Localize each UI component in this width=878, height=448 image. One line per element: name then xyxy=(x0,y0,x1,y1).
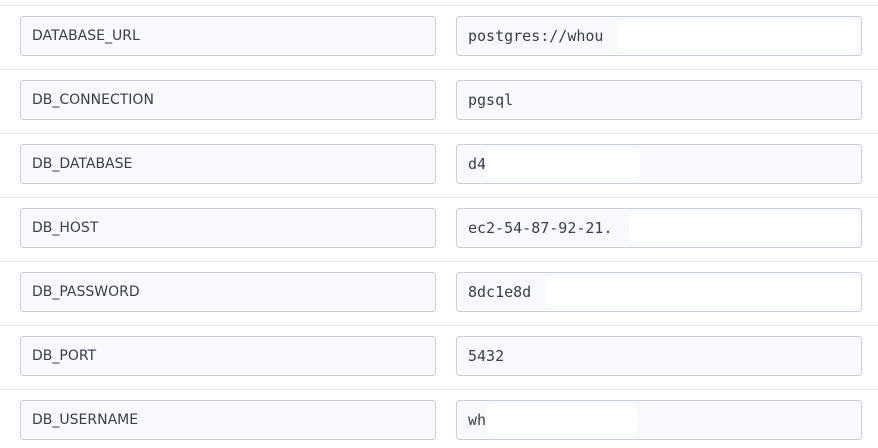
env-var-row-db-username: DB_USERNAME wh xyxy=(0,384,878,448)
env-key-input[interactable]: DATABASE_URL xyxy=(20,16,436,56)
env-value-text: wh xyxy=(468,411,487,429)
env-key-text: DB_USERNAME xyxy=(32,412,139,428)
row-divider xyxy=(0,197,878,198)
row-divider xyxy=(0,389,878,390)
env-value-text: 5432 xyxy=(468,347,505,365)
env-value-text: 8dc1e8d xyxy=(468,283,532,301)
env-value-text: postgres://whou xyxy=(468,27,604,45)
env-key-text: DB_PORT xyxy=(32,348,97,364)
env-value-input[interactable]: d4 xyxy=(456,144,862,184)
env-key-text: DB_PASSWORD xyxy=(32,284,140,300)
env-value-input[interactable]: ec2-54-87-92-21. xyxy=(456,208,862,248)
env-key-text: DB_DATABASE xyxy=(32,156,133,172)
env-value-input[interactable]: postgres://whou xyxy=(456,16,862,56)
env-key-input[interactable]: DB_HOST xyxy=(20,208,436,248)
env-key-text: DB_CONNECTION xyxy=(32,92,154,108)
row-divider xyxy=(0,261,878,262)
env-var-row-db-port: DB_PORT 5432 xyxy=(0,320,878,384)
env-key-input[interactable]: DB_DATABASE xyxy=(20,144,436,184)
env-value-input[interactable]: 5432 xyxy=(456,336,862,376)
env-var-list: DATABASE_URL postgres://whou DB_CONNECTI… xyxy=(0,0,878,442)
redaction-mask xyxy=(485,149,640,179)
env-value-input[interactable]: 8dc1e8d xyxy=(456,272,862,312)
env-key-text: DB_HOST xyxy=(32,220,99,236)
row-divider xyxy=(0,5,878,6)
env-value-input[interactable]: wh xyxy=(456,400,862,440)
env-key-input[interactable]: DB_USERNAME xyxy=(20,400,436,440)
env-var-row-database-url: DATABASE_URL postgres://whou xyxy=(0,0,878,64)
env-key-text: DATABASE_URL xyxy=(32,28,140,44)
row-divider xyxy=(0,133,878,134)
env-value-input[interactable]: pgsql xyxy=(456,80,862,120)
env-key-input[interactable]: DB_PASSWORD xyxy=(20,272,436,312)
redaction-mask xyxy=(487,405,637,435)
redaction-mask xyxy=(545,277,861,307)
row-divider xyxy=(0,325,878,326)
row-divider xyxy=(0,69,878,70)
env-value-text: pgsql xyxy=(468,91,514,109)
env-value-text: d4 xyxy=(468,155,487,173)
env-key-input[interactable]: DB_PORT xyxy=(20,336,436,376)
env-var-row-db-password: DB_PASSWORD 8dc1e8d xyxy=(0,256,878,320)
redaction-mask xyxy=(629,213,859,243)
env-var-row-db-database: DB_DATABASE d4 xyxy=(0,128,878,192)
env-value-text: ec2-54-87-92-21. xyxy=(468,219,613,237)
env-var-row-db-connection: DB_CONNECTION pgsql xyxy=(0,64,878,128)
env-key-input[interactable]: DB_CONNECTION xyxy=(20,80,436,120)
redaction-mask xyxy=(617,21,857,51)
env-var-row-db-host: DB_HOST ec2-54-87-92-21. xyxy=(0,192,878,256)
